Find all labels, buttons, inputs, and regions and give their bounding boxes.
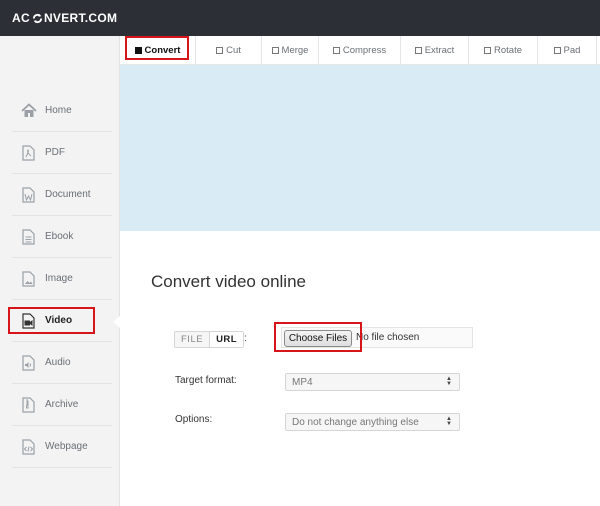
checkbox-icon [484,47,491,54]
source-colon: : [244,333,247,344]
checkbox-icon [332,47,340,54]
sidebar-item-label: Ebook [45,231,74,242]
sidebar-item-label: Audio [45,357,71,368]
checkbox-icon [271,47,279,54]
sidebar-item-image[interactable]: Image [12,258,112,300]
sidebar-item-label: Image [45,273,73,284]
sidebar-item-home[interactable]: Home [12,90,112,132]
sidebar-item-label: Archive [45,399,79,410]
tab-rotate[interactable]: Rotate [469,36,538,65]
checkbox-icon [216,47,224,54]
tab-extract[interactable]: Extract [401,36,469,65]
sidebar-item-label: Home [45,105,72,116]
sidebar-item-webpage[interactable]: Webpage [12,426,112,468]
sidebar-item-archive[interactable]: Archive [12,384,112,426]
options-label: Options: [175,414,213,425]
tab-label: Compress [342,45,387,56]
checkbox-icon [414,47,422,54]
no-file-status: No file chosen [356,332,420,343]
refresh-logo-icon [32,13,43,24]
sidebar-item-label: Webpage [45,441,88,452]
document-icon [20,186,37,203]
tab-label: Extract [424,45,455,56]
home-icon [20,102,37,119]
sidebar-item-label: Document [45,189,91,200]
source-toggle: FILE URL [174,331,245,348]
file-toggle-button[interactable]: FILE [175,332,211,347]
target-format-value: MP4 [292,376,313,388]
options-value: Do not change anything else [292,416,419,428]
logo-text-left: AC [12,11,30,25]
select-arrows-icon: ▲ ▼ [446,376,452,387]
active-item-pointer [113,316,120,328]
sidebar-item-document[interactable]: Document [12,174,112,216]
tab-merge[interactable]: Merge [262,36,319,65]
sidebar-item-ebook[interactable]: Ebook [12,216,112,258]
webpage-icon [20,438,37,455]
tab-label: Rotate [494,45,522,56]
sidebar-item-pdf[interactable]: PDF [12,132,112,174]
choose-files-highlight-box [274,322,362,352]
target-format-select[interactable]: MP4 ▲ ▼ [285,373,460,391]
tool-tabs: Convert Cut Merge Compress Extract Rotat… [120,36,600,65]
ebook-icon [20,228,37,245]
convert-highlight-box [125,36,189,60]
tab-compress[interactable]: Compress [319,36,401,65]
video-highlight-box [8,307,95,334]
select-arrows-icon: ▲ ▼ [446,416,452,427]
tab-cut[interactable]: Cut [196,36,262,65]
target-format-label: Target format: [175,375,237,386]
url-toggle-button[interactable]: URL [210,332,244,347]
banner-area [120,65,600,231]
tab-label: Pad [563,45,581,56]
site-logo[interactable]: AC NVERT.COM [12,11,117,25]
page-title: Convert video online [151,272,306,291]
tab-label: Cut [226,45,241,56]
audio-icon [20,354,37,371]
sidebar-item-label: PDF [45,147,65,158]
top-bar: AC NVERT.COM [0,0,600,36]
archive-icon [20,396,37,413]
sidebar-item-audio[interactable]: Audio [12,342,112,384]
checkbox-icon [553,47,561,54]
logo-text-right: NVERT.COM [43,11,118,25]
tab-label: Merge [281,45,309,56]
tab-pad[interactable]: Pad [538,36,597,65]
image-icon [20,270,37,287]
options-select[interactable]: Do not change anything else ▲ ▼ [285,413,460,431]
pdf-icon [20,144,37,161]
